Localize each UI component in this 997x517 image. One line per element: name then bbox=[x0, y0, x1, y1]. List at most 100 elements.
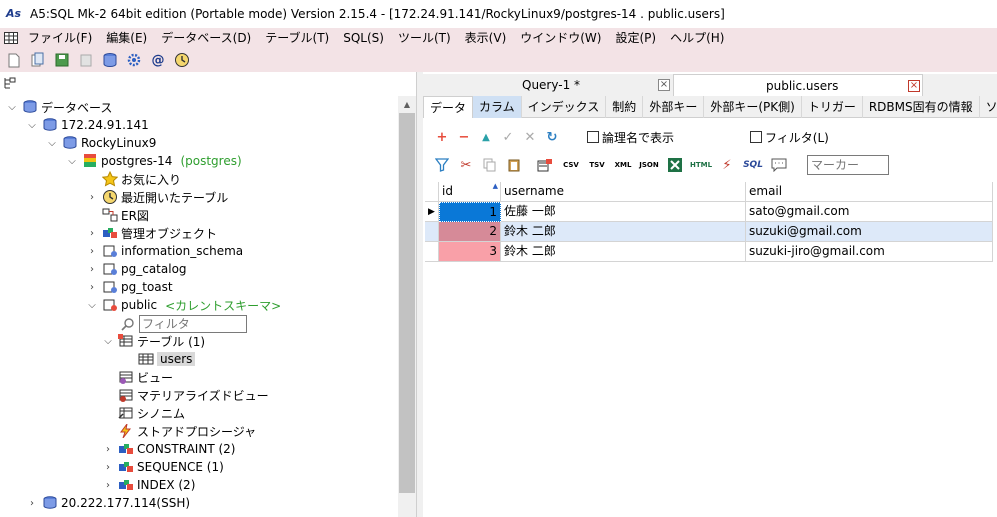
column-header-username[interactable]: username bbox=[501, 182, 746, 202]
refresh-icon[interactable]: ↻ bbox=[543, 128, 561, 146]
table-row[interactable]: 2 鈴木 二郎 suzuki@gmail.com bbox=[425, 222, 993, 242]
logical-name-checkbox[interactable]: 論理名で表示 bbox=[587, 129, 674, 146]
close-icon[interactable]: × bbox=[658, 79, 670, 91]
collapse-icon[interactable]: ⌵ bbox=[102, 335, 114, 347]
tree-node-stored-procedures[interactable]: ストアドプロシージャ bbox=[118, 422, 256, 440]
tree-node-public[interactable]: ⌵ public <カレントスキーマ> bbox=[86, 296, 281, 314]
tree-node-server-172[interactable]: ⌵ 172.24.91.141 bbox=[26, 116, 149, 134]
tree-node-admin-objects[interactable]: › 管理オブジェクト bbox=[86, 224, 217, 242]
paste-icon[interactable] bbox=[505, 156, 523, 174]
tree-node-sequences[interactable]: › SEQUENCE (1) bbox=[102, 458, 224, 476]
cancel-icon[interactable]: ✕ bbox=[521, 128, 539, 146]
cell-username[interactable]: 鈴木 二郎 bbox=[501, 222, 746, 242]
delete-row-icon[interactable]: − bbox=[455, 128, 473, 146]
tree-node-databases[interactable]: ⌵ データベース bbox=[6, 98, 112, 116]
collapse-icon[interactable]: ⌵ bbox=[66, 155, 78, 167]
gear-icon[interactable] bbox=[124, 50, 144, 70]
tab-foreign-keys[interactable]: 外部キー bbox=[643, 96, 705, 118]
tree-node-synonyms[interactable]: シノニム bbox=[118, 404, 185, 422]
xml-export-icon[interactable]: XML bbox=[613, 156, 633, 174]
expand-icon[interactable]: › bbox=[102, 443, 114, 455]
cell-email[interactable]: sato@gmail.com bbox=[746, 202, 993, 222]
filter-funnel-icon[interactable] bbox=[433, 156, 451, 174]
menu-database[interactable]: データベース(D) bbox=[155, 28, 259, 48]
at-icon[interactable]: @ bbox=[148, 50, 168, 70]
menu-file[interactable]: ファイル(F) bbox=[22, 28, 100, 48]
marker-input[interactable] bbox=[807, 155, 889, 175]
collapse-icon[interactable]: ⌵ bbox=[26, 119, 38, 131]
tree-node-constraints[interactable]: › CONSTRAINT (2) bbox=[102, 440, 235, 458]
tsv-export-icon[interactable]: TSV bbox=[587, 156, 607, 174]
tree-node-pg-toast[interactable]: › pg_toast bbox=[86, 278, 173, 296]
add-row-icon[interactable]: + bbox=[433, 128, 451, 146]
menu-tools[interactable]: ツール(T) bbox=[392, 28, 459, 48]
tab-public-users[interactable]: public.users × bbox=[673, 74, 923, 96]
grid-menu-icon[interactable] bbox=[0, 28, 22, 48]
expand-icon[interactable]: › bbox=[86, 281, 98, 293]
table-row[interactable]: 3 鈴木 二郎 suzuki-jiro@gmail.com bbox=[425, 242, 993, 262]
tree-node-indexes[interactable]: › INDEX (2) bbox=[102, 476, 195, 494]
menu-sql[interactable]: SQL(S) bbox=[337, 28, 392, 48]
tree-node-materialized-views[interactable]: マテリアライズドビュー bbox=[118, 386, 269, 404]
close-icon[interactable]: × bbox=[908, 80, 920, 92]
cell-username[interactable]: 鈴木 二郎 bbox=[501, 242, 746, 262]
expand-icon[interactable]: › bbox=[86, 245, 98, 257]
tab-source[interactable]: ソース bbox=[980, 96, 997, 118]
cell-id[interactable]: 1 bbox=[439, 202, 501, 222]
cell-email[interactable]: suzuki-jiro@gmail.com bbox=[746, 242, 993, 262]
checkbox-box[interactable] bbox=[587, 131, 599, 143]
menu-help[interactable]: ヘルプ(H) bbox=[664, 28, 732, 48]
tree-filter-input[interactable] bbox=[139, 315, 247, 333]
database-connect-icon[interactable] bbox=[100, 50, 120, 70]
tree-layout-icon[interactable] bbox=[4, 77, 16, 92]
tab-constraints[interactable]: 制約 bbox=[606, 96, 644, 118]
table-row[interactable]: ▶ 1 佐藤 一郎 sato@gmail.com bbox=[425, 202, 993, 222]
copy-icon[interactable] bbox=[481, 156, 499, 174]
lightning-icon[interactable]: ⚡ bbox=[717, 156, 737, 174]
tree-node-er-diagram[interactable]: ER図 bbox=[102, 206, 149, 224]
csv-export-icon[interactable]: CSV bbox=[561, 156, 581, 174]
new-file-icon[interactable] bbox=[4, 50, 24, 70]
clock-icon[interactable] bbox=[172, 50, 192, 70]
save-icon[interactable] bbox=[52, 50, 72, 70]
tree-node-server-ssh[interactable]: › 20.222.177.114(SSH) bbox=[26, 494, 190, 512]
column-header-id[interactable]: id ▲ bbox=[439, 182, 501, 202]
filter-checkbox[interactable]: フィルタ(L) bbox=[750, 129, 829, 146]
json-export-icon[interactable]: JSON bbox=[639, 156, 659, 174]
tab-rdbms-info[interactable]: RDBMS固有の情報 bbox=[863, 96, 980, 118]
tree-node-tables[interactable]: ⌵ テーブル (1) bbox=[102, 332, 205, 350]
tree-node-users-table[interactable]: users bbox=[138, 350, 196, 368]
scroll-up-icon[interactable]: ▲ bbox=[398, 96, 416, 113]
scroll-thumb[interactable] bbox=[399, 113, 415, 493]
expand-icon[interactable]: › bbox=[102, 479, 114, 491]
tab-data[interactable]: データ bbox=[423, 96, 474, 118]
open-file-icon[interactable] bbox=[28, 50, 48, 70]
sql-icon[interactable]: SQL bbox=[743, 156, 763, 174]
tree-node-postgres-14[interactable]: ⌵ postgres-14 (postgres) bbox=[66, 152, 242, 170]
tab-query-1[interactable]: Query-1 * × bbox=[423, 74, 671, 96]
cell-email[interactable]: suzuki@gmail.com bbox=[746, 222, 993, 242]
menu-edit[interactable]: 編集(E) bbox=[100, 28, 155, 48]
export-icon[interactable] bbox=[535, 156, 555, 174]
tree-node-rockylinux9[interactable]: ⌵ RockyLinux9 bbox=[46, 134, 156, 152]
menu-view[interactable]: 表示(V) bbox=[459, 28, 515, 48]
html-export-icon[interactable]: HTML bbox=[690, 156, 712, 174]
collapse-icon[interactable]: ⌵ bbox=[6, 101, 18, 113]
checkbox-box[interactable] bbox=[750, 131, 763, 143]
cut-icon[interactable]: ✂ bbox=[457, 156, 475, 174]
excel-export-icon[interactable] bbox=[665, 156, 685, 174]
tab-triggers[interactable]: トリガー bbox=[802, 96, 863, 118]
tree-node-recent-tables[interactable]: › 最近開いたテーブル bbox=[86, 188, 228, 206]
cell-id[interactable]: 2 bbox=[439, 222, 501, 242]
expand-icon[interactable]: › bbox=[102, 461, 114, 473]
column-header-email[interactable]: email bbox=[746, 182, 993, 202]
expand-icon[interactable]: › bbox=[86, 191, 98, 203]
tree-vertical-scrollbar[interactable]: ▲ bbox=[398, 96, 416, 517]
expand-icon[interactable]: › bbox=[86, 263, 98, 275]
tab-indexes[interactable]: インデックス bbox=[522, 96, 607, 118]
tree-node-information-schema[interactable]: › information_schema bbox=[86, 242, 243, 260]
tree-node-favorites[interactable]: お気に入り bbox=[102, 170, 181, 188]
save-all-icon[interactable] bbox=[76, 50, 96, 70]
tab-foreign-keys-pk[interactable]: 外部キー(PK側) bbox=[704, 96, 802, 118]
tree-node-views[interactable]: ビュー bbox=[118, 368, 173, 386]
